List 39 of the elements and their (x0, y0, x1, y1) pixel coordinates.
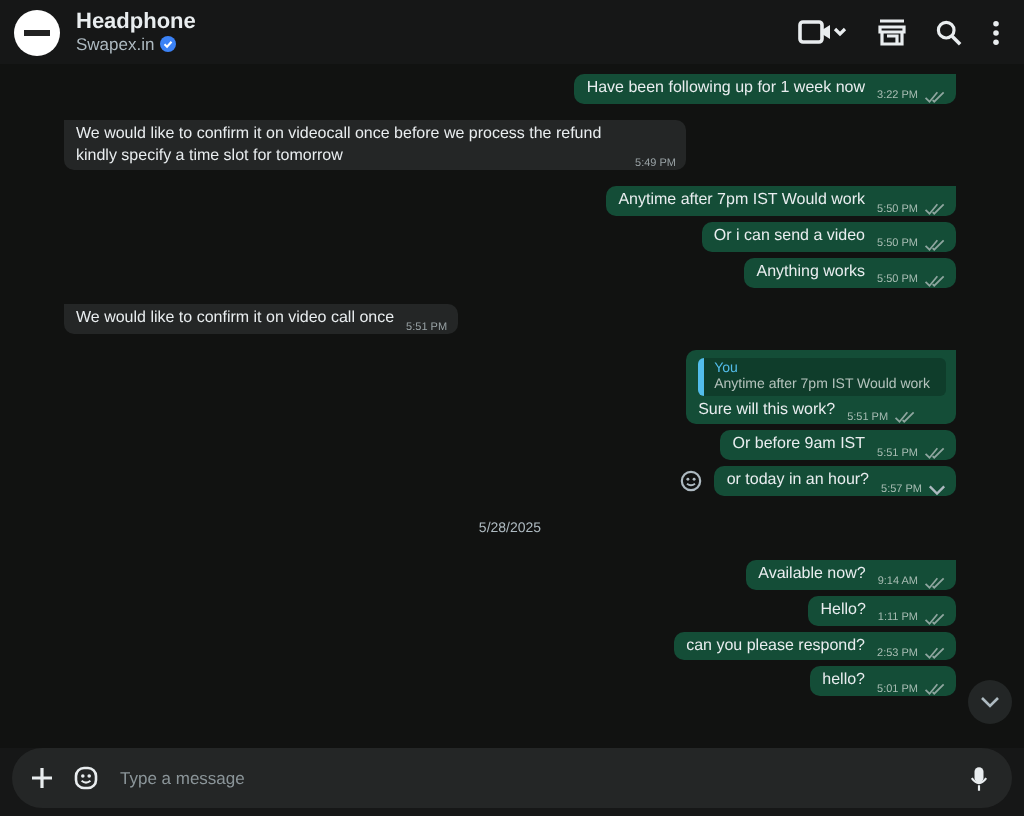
search-icon[interactable] (936, 19, 962, 45)
microphone-icon[interactable] (970, 765, 988, 791)
message-input[interactable]: Type a message (120, 768, 948, 788)
message-text: Available now? (758, 563, 866, 586)
contact-name: Headphone (76, 10, 198, 34)
message-text: We would like to confirm it on videocall once before we process the refund kindly specify a time slot for tomorrow (76, 123, 604, 167)
message-text: We would like to confirm it on video call once (76, 307, 395, 330)
contact-avatar[interactable] (14, 9, 60, 55)
double-check-icon (924, 89, 946, 104)
message-text: Hello? (820, 599, 866, 622)
message-text: Have been following up for 1 week now (586, 78, 866, 100)
shop-icon[interactable] (878, 18, 906, 46)
double-check-icon (924, 682, 946, 697)
message-text: can you please respond? (686, 635, 866, 657)
double-check-icon (924, 446, 946, 461)
scroll-down-button[interactable] (968, 680, 1012, 724)
emoji-reaction-icon[interactable] (680, 470, 703, 493)
double-check-icon (924, 646, 946, 661)
double-check-icon (924, 611, 946, 626)
message-text: Or before 9am IST (732, 434, 866, 457)
sticker-icon[interactable] (74, 766, 98, 790)
double-check-icon (924, 273, 946, 288)
message-text: Sure will this work? (698, 399, 836, 421)
message-text: Anything works (756, 261, 866, 284)
chevron-icon (980, 696, 1000, 708)
double-check-icon (924, 237, 946, 252)
contact-subtitle: Swapex.in (76, 34, 155, 54)
message-text: or today in an hour? (726, 470, 870, 492)
double-check-icon (894, 410, 917, 425)
double-check-icon (924, 575, 946, 590)
chevron-icon[interactable] (928, 483, 946, 496)
message-text: hello? (822, 670, 866, 693)
double-check-icon (924, 202, 946, 217)
message-composer[interactable]: Type a message (12, 748, 1012, 808)
video-call-icon[interactable] (796, 18, 848, 46)
menu-icon[interactable] (992, 19, 1000, 45)
add-icon[interactable] (32, 768, 52, 788)
message-text: Anytime after 7pm IST Would work (618, 190, 866, 213)
message-text: Or i can send a video (713, 226, 866, 248)
